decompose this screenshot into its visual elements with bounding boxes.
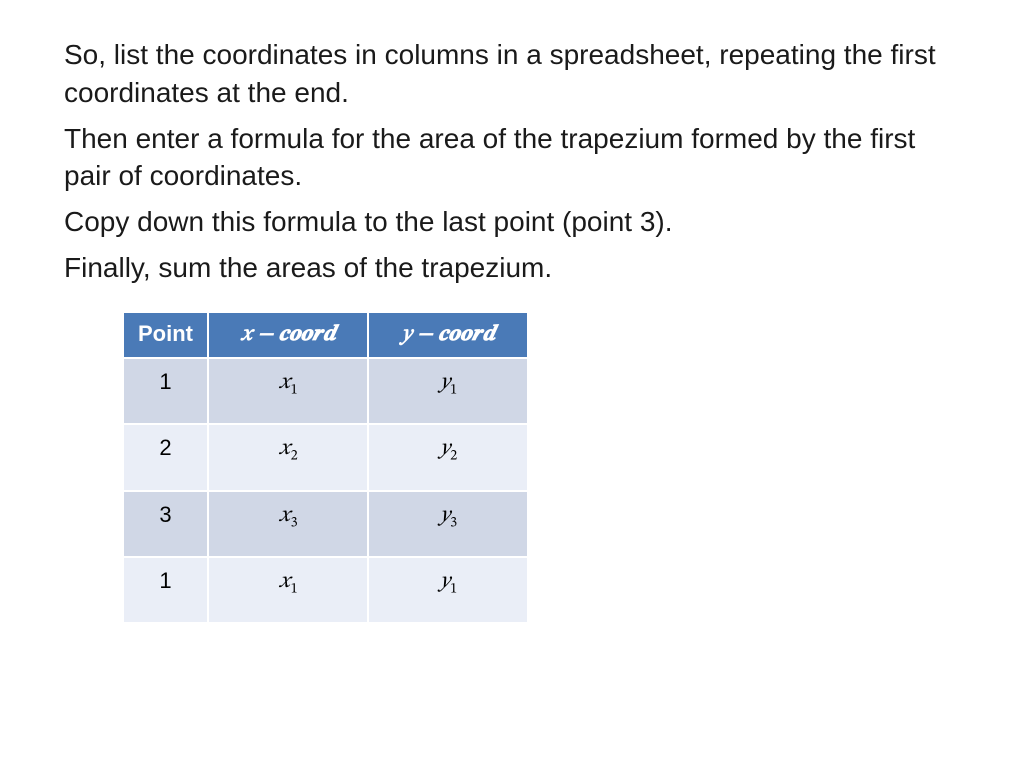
x-sub: 1 [291, 582, 298, 596]
cell-x: 𝑥1 [208, 557, 368, 623]
paragraph-4: Finally, sum the areas of the trapezium. [64, 249, 960, 287]
y-sub: 1 [450, 383, 457, 397]
table-row: 2 𝑥2 𝑦2 [123, 424, 528, 490]
cell-y: 𝑦1 [368, 358, 528, 424]
header-y-word: 𝒄𝒐𝒐𝒓𝒅 [438, 324, 495, 346]
table-row: 1 𝑥1 𝑦1 [123, 358, 528, 424]
paragraph-1: So, list the coordinates in columns in a… [64, 36, 960, 112]
coordinates-table-wrap: Point 𝑥 − 𝒄𝒐𝒐𝒓𝒅 𝑦 − 𝒄𝒐𝒐𝒓𝒅 1 𝑥1 𝑦1 [122, 311, 960, 625]
cell-y: 𝑦2 [368, 424, 528, 490]
x-sub: 1 [291, 383, 298, 397]
y-base: 𝑦 [439, 571, 450, 593]
x-sub: 2 [291, 450, 298, 464]
y-sub: 2 [450, 450, 457, 464]
cell-x: 𝑥2 [208, 424, 368, 490]
y-base: 𝑦 [439, 438, 450, 460]
cell-point: 1 [123, 557, 208, 623]
y-base: 𝑦 [439, 505, 450, 527]
table-row: 1 𝑥1 𝑦1 [123, 557, 528, 623]
slide: So, list the coordinates in columns in a… [0, 0, 1024, 660]
y-base: 𝑦 [439, 372, 450, 394]
cell-point: 1 [123, 358, 208, 424]
cell-x: 𝑥3 [208, 491, 368, 557]
cell-x: 𝑥1 [208, 358, 368, 424]
y-sub: 3 [450, 516, 457, 530]
x-base: 𝑥 [278, 438, 290, 460]
x-sub: 3 [291, 516, 298, 530]
x-base: 𝑥 [278, 505, 290, 527]
y-sub: 1 [450, 582, 457, 596]
x-base: 𝑥 [278, 571, 290, 593]
cell-point: 3 [123, 491, 208, 557]
header-x-word: 𝒄𝒐𝒐𝒓𝒅 [279, 324, 336, 346]
header-x-pre: 𝑥 − [240, 324, 278, 346]
header-y-coord: 𝑦 − 𝒄𝒐𝒐𝒓𝒅 [368, 312, 528, 358]
table-header-row: Point 𝑥 − 𝒄𝒐𝒐𝒓𝒅 𝑦 − 𝒄𝒐𝒐𝒓𝒅 [123, 312, 528, 358]
paragraph-3: Copy down this formula to the last point… [64, 203, 960, 241]
paragraph-2: Then enter a formula for the area of the… [64, 120, 960, 196]
cell-y: 𝑦3 [368, 491, 528, 557]
header-y-pre: 𝑦 − [401, 324, 438, 346]
header-x-coord: 𝑥 − 𝒄𝒐𝒐𝒓𝒅 [208, 312, 368, 358]
header-point: Point [123, 312, 208, 358]
cell-y: 𝑦1 [368, 557, 528, 623]
coordinates-table: Point 𝑥 − 𝒄𝒐𝒐𝒓𝒅 𝑦 − 𝒄𝒐𝒐𝒓𝒅 1 𝑥1 𝑦1 [122, 311, 529, 625]
table-row: 3 𝑥3 𝑦3 [123, 491, 528, 557]
x-base: 𝑥 [278, 372, 290, 394]
cell-point: 2 [123, 424, 208, 490]
